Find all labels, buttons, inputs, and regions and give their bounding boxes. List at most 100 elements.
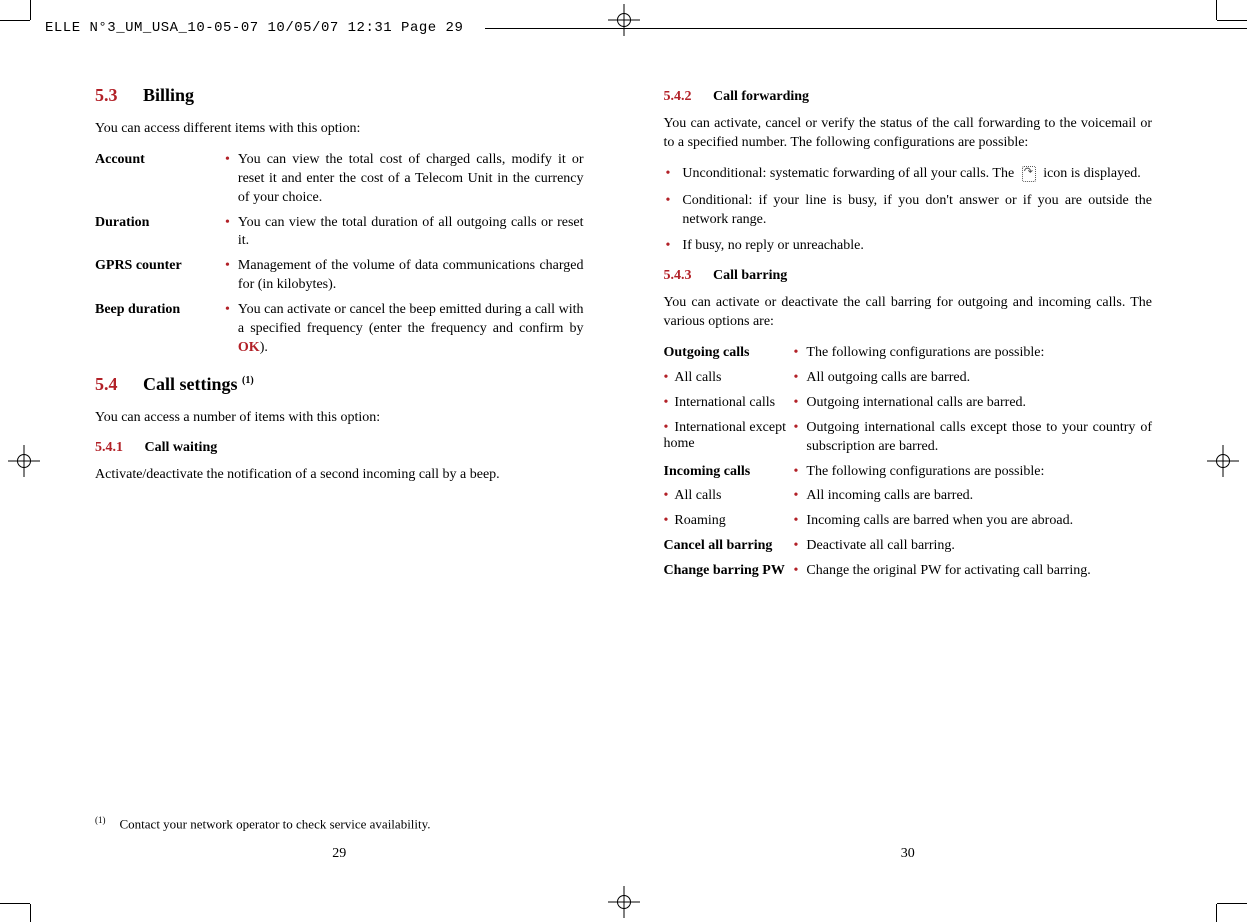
def-row: Change barring PW• Change the original PW…	[664, 562, 1153, 581]
bullet-icon: •	[664, 370, 669, 385]
bullet-icon: •	[794, 394, 799, 413]
section-5-3-heading: 5.3 Billing	[95, 85, 584, 106]
subsection-title: Call waiting	[145, 440, 218, 455]
def-term: Incoming calls	[664, 463, 794, 480]
def-term: Change barring PW	[664, 562, 794, 579]
def-row: Outgoing calls• The following configurati…	[664, 344, 1153, 363]
def-term: Beep duration	[95, 301, 225, 318]
def-desc: All outgoing calls are barred.	[806, 369, 1152, 388]
bullet-icon: •	[664, 420, 669, 435]
bullet-icon: •	[225, 301, 230, 320]
body-text: You can activate, cancel or verify the s…	[664, 115, 1153, 153]
def-term: •All calls	[664, 369, 794, 386]
call-forward-icon	[1022, 166, 1036, 182]
list-item: •Unconditional: systematic forwarding of…	[664, 165, 1153, 184]
page-number: 29	[95, 846, 584, 862]
subsection-5-4-1-heading: 5.4.1 Call waiting	[95, 440, 584, 456]
bullet-icon: •	[666, 192, 671, 211]
subsection-5-4-3-heading: 5.4.3 Call barring	[664, 268, 1153, 284]
registration-mark-icon	[612, 890, 636, 914]
section-title: Call settings (1)	[143, 374, 254, 394]
def-desc: All incoming calls are barred.	[806, 487, 1152, 506]
crop-mark	[0, 20, 30, 21]
section-number: 5.4	[95, 374, 118, 394]
footnote-mark: (1)	[95, 815, 106, 825]
def-row: Cancel all barring•Deactivate all call b…	[664, 537, 1153, 556]
bullet-icon: •	[664, 395, 669, 410]
subsection-title: Call barring	[713, 268, 787, 283]
def-row: •International except home• Outgoing inte…	[664, 419, 1153, 457]
section-title: Billing	[143, 85, 194, 105]
bullet-icon: •	[666, 237, 671, 256]
def-term: •International except home	[664, 419, 794, 452]
def-term: •International calls	[664, 394, 794, 411]
bullet-icon: •	[794, 419, 799, 438]
bullet-icon: •	[664, 488, 669, 503]
def-row-gprs: GPRS counter •Management of the volume o…	[95, 257, 584, 295]
bullet-icon: •	[794, 487, 799, 506]
subsection-title: Call forwarding	[713, 89, 809, 104]
def-row: •Roaming•Incoming calls are barred when …	[664, 512, 1153, 531]
billing-definition-list: Account • You can view the total cost of …	[95, 151, 584, 358]
def-desc: The following configurations are possibl…	[806, 463, 1152, 482]
def-term: Cancel all barring	[664, 537, 794, 554]
section-number: 5.3	[95, 85, 118, 105]
subsection-5-4-2-heading: 5.4.2 Call forwarding	[664, 89, 1153, 105]
def-desc: Management of the volume of data communi…	[238, 257, 584, 295]
forwarding-bullets: •Unconditional: systematic forwarding of…	[664, 165, 1153, 257]
header-rule	[485, 28, 1247, 29]
bullet-icon: •	[664, 513, 669, 528]
bullet-icon: •	[225, 214, 230, 233]
def-desc: You can view the total cost of charged c…	[238, 151, 584, 208]
page-right: 5.4.2 Call forwarding You can activate, …	[664, 85, 1153, 862]
list-item: •If busy, no reply or unreachable.	[664, 237, 1153, 256]
bullet-icon: •	[794, 463, 799, 482]
crop-mark	[30, 0, 31, 20]
crop-mark	[1217, 20, 1247, 21]
def-row: Incoming calls• The following configurati…	[664, 463, 1153, 482]
def-desc: Deactivate all call barring.	[806, 537, 1152, 556]
crop-mark	[0, 903, 30, 904]
bullet-icon: •	[225, 151, 230, 170]
print-header: ELLE N°3_UM_USA_10-05-07 10/05/07 12:31 …	[45, 20, 463, 36]
body-text: Activate/deactivate the notification of …	[95, 466, 584, 485]
registration-mark-icon	[12, 449, 36, 473]
intro-text: You can access different items with this…	[95, 120, 584, 139]
def-desc: Outgoing international calls except thos…	[806, 419, 1152, 457]
def-row: •International calls• Outgoing internatio…	[664, 394, 1153, 413]
def-row: •All calls• All incoming calls are barred…	[664, 487, 1153, 506]
section-5-4-heading: 5.4 Call settings (1)	[95, 374, 584, 395]
page-number: 30	[664, 846, 1153, 862]
def-row-duration: Duration •You can view the total duratio…	[95, 214, 584, 252]
footnote-text: Contact your network operator to check s…	[120, 816, 431, 831]
ok-label: OK	[238, 340, 260, 355]
bullet-icon: •	[794, 369, 799, 388]
def-desc: You can activate or cancel the beep emit…	[238, 301, 584, 358]
footnote-ref: (1)	[242, 375, 254, 386]
def-term: •All calls	[664, 487, 794, 504]
footnote: (1) Contact your network operator to chec…	[95, 815, 431, 832]
bullet-icon: •	[225, 257, 230, 276]
subsection-number: 5.4.3	[664, 268, 692, 283]
def-desc: The following configurations are possibl…	[806, 344, 1152, 363]
list-item: •Conditional: if your line is busy, if y…	[664, 192, 1153, 230]
def-desc: Outgoing international calls are barred.	[806, 394, 1152, 413]
crop-mark	[1217, 903, 1247, 904]
crop-mark	[1216, 904, 1217, 922]
def-desc: Change the original PW for activating ca…	[806, 562, 1152, 581]
def-row-account: Account • You can view the total cost of …	[95, 151, 584, 208]
def-term: Duration	[95, 214, 225, 231]
bullet-icon: •	[794, 562, 799, 581]
bullet-icon: •	[794, 344, 799, 363]
def-term: •Roaming	[664, 512, 794, 529]
intro-text: You can access a number of items with th…	[95, 409, 584, 428]
crop-mark	[1216, 0, 1217, 20]
barring-definition-list: Outgoing calls•The following configurati…	[664, 344, 1153, 581]
def-term: Account	[95, 151, 225, 168]
subsection-number: 5.4.2	[664, 89, 692, 104]
def-row-beep: Beep duration • You can activate or cance…	[95, 301, 584, 358]
page-left: 5.3 Billing You can access different ite…	[95, 85, 584, 862]
def-term: Outgoing calls	[664, 344, 794, 361]
registration-mark-icon	[1211, 449, 1235, 473]
crop-mark	[30, 904, 31, 922]
